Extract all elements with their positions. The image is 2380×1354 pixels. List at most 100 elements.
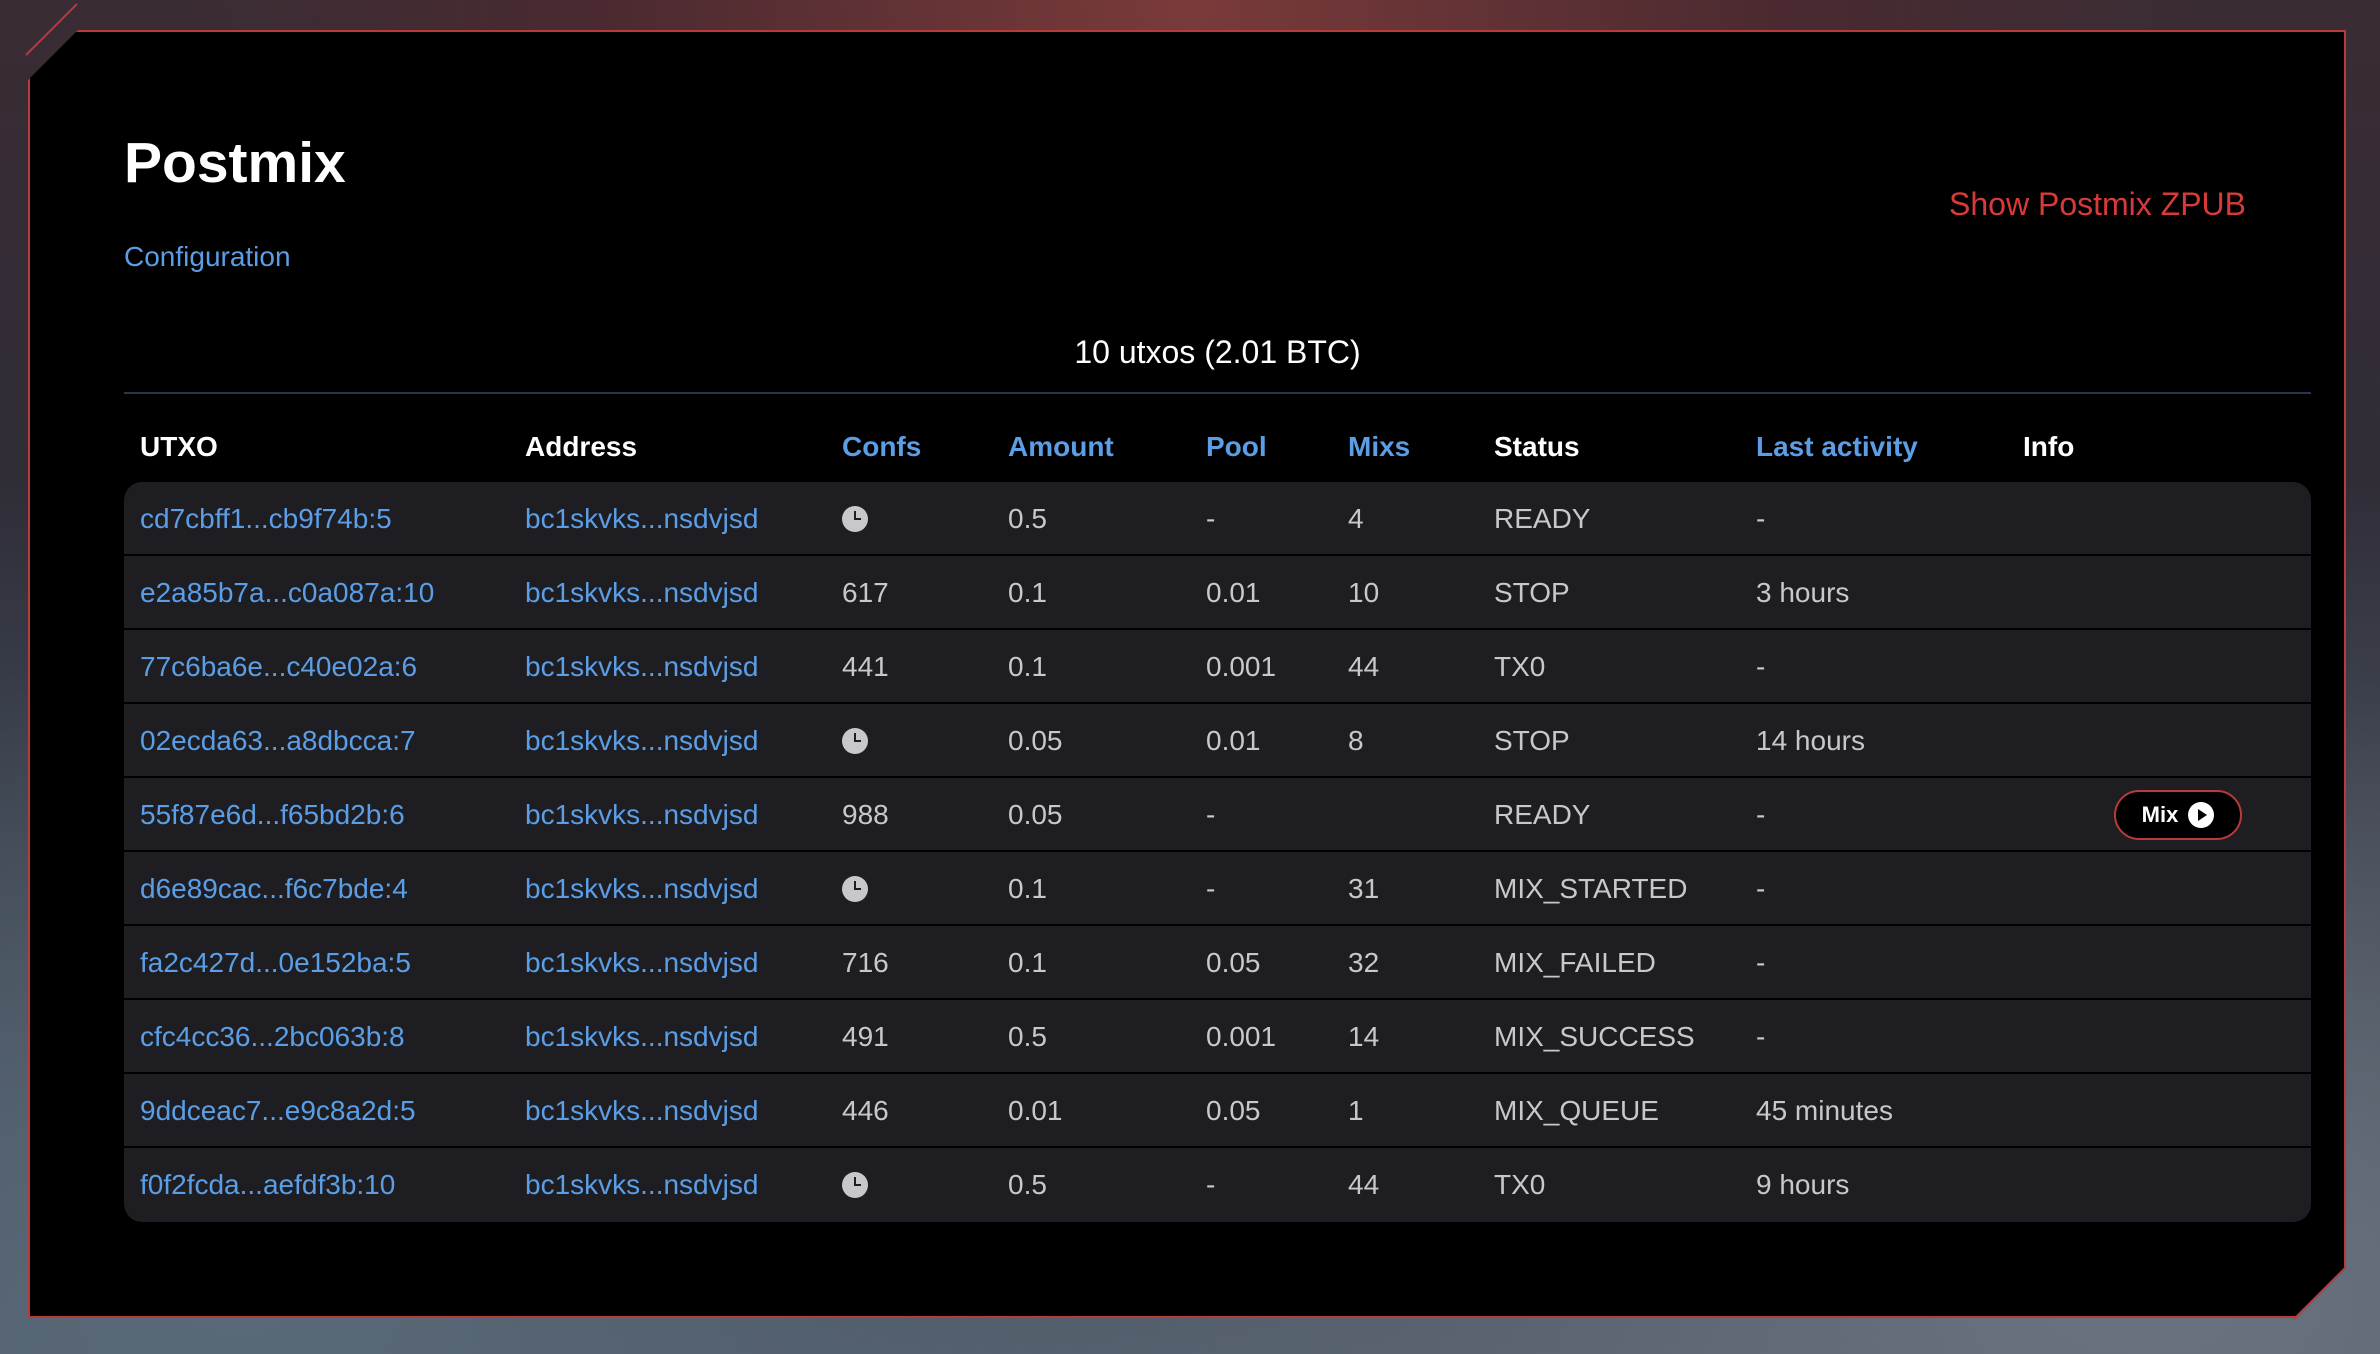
utxo-link[interactable]: cd7cbff1...cb9f74b:5 xyxy=(140,482,392,556)
status-cell: STOP xyxy=(1494,577,1570,608)
amount-cell: 0.05 xyxy=(1008,725,1063,756)
table-row: fa2c427d...0e152ba:5 bc1skvks...nsdvjsd 71… xyxy=(124,926,2311,1000)
table-row: 02ecda63...a8dbcca:7 bc1skvks...nsdvjsd 0.… xyxy=(124,704,2311,778)
pool-cell: 0.05 xyxy=(1206,947,1261,978)
confs-cell xyxy=(842,704,868,778)
last-activity-cell: - xyxy=(1756,947,1766,978)
header-address: Address xyxy=(525,431,638,462)
pool-cell: - xyxy=(1206,873,1216,904)
header-pool[interactable]: Pool xyxy=(1206,412,1267,482)
table-row: e2a85b7a...c0a087a:10 bc1skvks...nsdvjsd 6… xyxy=(124,556,2311,630)
address-link[interactable]: bc1skvks...nsdvjsd xyxy=(525,482,758,556)
utxo-link[interactable]: fa2c427d...0e152ba:5 xyxy=(140,926,411,1000)
status-cell: MIX_FAILED xyxy=(1494,947,1656,978)
amount-cell: 0.05 xyxy=(1008,799,1063,830)
last-activity-cell: 14 hours xyxy=(1756,725,1865,756)
amount-cell: 0.5 xyxy=(1008,1169,1047,1200)
amount-cell: 0.1 xyxy=(1008,873,1047,904)
mixs-cell: 32 xyxy=(1348,947,1380,978)
utxo-link[interactable]: 9ddceac7...e9c8a2d:5 xyxy=(140,1074,416,1148)
header-status: Status xyxy=(1494,431,1580,462)
pool-cell: 0.01 xyxy=(1206,577,1261,608)
utxo-table: UTXO Address Confs Amount Pool Mixs Stat… xyxy=(124,412,2311,1222)
postmix-panel: Postmix Configuration Show Postmix ZPUB … xyxy=(28,30,2346,1318)
last-activity-cell: 45 minutes xyxy=(1756,1095,1893,1126)
status-cell: STOP xyxy=(1494,725,1570,756)
confs-cell: 716 xyxy=(842,947,889,978)
amount-cell: 0.5 xyxy=(1008,1021,1047,1052)
last-activity-cell: 9 hours xyxy=(1756,1169,1850,1200)
mixs-cell: 4 xyxy=(1348,503,1364,534)
mixs-cell: 14 xyxy=(1348,1021,1380,1052)
address-link[interactable]: bc1skvks...nsdvjsd xyxy=(525,778,758,852)
utxo-link[interactable]: e2a85b7a...c0a087a:10 xyxy=(140,556,434,630)
pool-cell: - xyxy=(1206,799,1216,830)
mixs-cell: 10 xyxy=(1348,577,1380,608)
last-activity-cell: - xyxy=(1756,503,1766,534)
configuration-link[interactable]: Configuration xyxy=(124,241,291,273)
table-header: UTXO Address Confs Amount Pool Mixs Stat… xyxy=(124,412,2311,482)
mix-button[interactable]: Mix xyxy=(2114,790,2242,840)
header-confs[interactable]: Confs xyxy=(842,412,921,482)
utxo-link[interactable]: 02ecda63...a8dbcca:7 xyxy=(140,704,416,778)
last-activity-cell: - xyxy=(1756,799,1766,830)
address-link[interactable]: bc1skvks...nsdvjsd xyxy=(525,704,758,778)
utxo-link[interactable]: f0f2fcda...aefdf3b:10 xyxy=(140,1148,395,1222)
mixs-cell: 8 xyxy=(1348,725,1364,756)
last-activity-cell: - xyxy=(1756,651,1766,682)
header-last-activity[interactable]: Last activity xyxy=(1756,412,1918,482)
amount-cell: 0.01 xyxy=(1008,1095,1063,1126)
table-row: f0f2fcda...aefdf3b:10 bc1skvks...nsdvjsd 0… xyxy=(124,1148,2311,1222)
table-row: 9ddceac7...e9c8a2d:5 bc1skvks...nsdvjsd 44… xyxy=(124,1074,2311,1148)
pool-cell: 0.05 xyxy=(1206,1095,1261,1126)
table-row: cd7cbff1...cb9f74b:5 bc1skvks...nsdvjsd 0.… xyxy=(124,482,2311,556)
table-row: 77c6ba6e...c40e02a:6 bc1skvks...nsdvjsd 44… xyxy=(124,630,2311,704)
status-cell: MIX_QUEUE xyxy=(1494,1095,1659,1126)
utxo-link[interactable]: d6e89cac...f6c7bde:4 xyxy=(140,852,408,926)
address-link[interactable]: bc1skvks...nsdvjsd xyxy=(525,556,758,630)
clock-icon xyxy=(842,876,868,902)
table-row: cfc4cc36...2bc063b:8 bc1skvks...nsdvjsd 49… xyxy=(124,1000,2311,1074)
header-utxo: UTXO xyxy=(140,431,218,462)
status-cell: READY xyxy=(1494,799,1591,830)
amount-cell: 0.5 xyxy=(1008,503,1047,534)
address-link[interactable]: bc1skvks...nsdvjsd xyxy=(525,1000,758,1074)
last-activity-cell: - xyxy=(1756,1021,1766,1052)
amount-cell: 0.1 xyxy=(1008,577,1047,608)
utxo-link[interactable]: cfc4cc36...2bc063b:8 xyxy=(140,1000,405,1074)
confs-cell xyxy=(842,852,868,926)
address-link[interactable]: bc1skvks...nsdvjsd xyxy=(525,926,758,1000)
clock-icon xyxy=(842,1172,868,1198)
mixs-cell: 31 xyxy=(1348,873,1380,904)
amount-cell: 0.1 xyxy=(1008,651,1047,682)
confs-cell: 441 xyxy=(842,651,889,682)
address-link[interactable]: bc1skvks...nsdvjsd xyxy=(525,852,758,926)
header-amount[interactable]: Amount xyxy=(1008,412,1114,482)
address-link[interactable]: bc1skvks...nsdvjsd xyxy=(525,630,758,704)
utxo-link[interactable]: 77c6ba6e...c40e02a:6 xyxy=(140,630,417,704)
mix-button-label: Mix xyxy=(2141,802,2179,827)
pool-cell: 0.01 xyxy=(1206,725,1261,756)
pool-cell: 0.001 xyxy=(1206,651,1277,682)
confs-cell xyxy=(842,482,868,556)
pool-cell: - xyxy=(1206,1169,1216,1200)
utxo-link[interactable]: 55f87e6d...f65bd2b:6 xyxy=(140,778,405,852)
header-info: Info xyxy=(2023,431,2075,462)
status-cell: READY xyxy=(1494,503,1591,534)
header-mixs[interactable]: Mixs xyxy=(1348,412,1410,482)
status-cell: TX0 xyxy=(1494,651,1546,682)
confs-cell: 617 xyxy=(842,577,889,608)
address-link[interactable]: bc1skvks...nsdvjsd xyxy=(525,1074,758,1148)
divider xyxy=(124,392,2311,394)
last-activity-cell: 3 hours xyxy=(1756,577,1850,608)
pool-cell: - xyxy=(1206,503,1216,534)
confs-cell: 491 xyxy=(842,1021,889,1052)
status-cell: MIX_STARTED xyxy=(1494,873,1688,904)
last-activity-cell: - xyxy=(1756,873,1766,904)
address-link[interactable]: bc1skvks...nsdvjsd xyxy=(525,1148,758,1222)
status-cell: TX0 xyxy=(1494,1169,1546,1200)
show-zpub-link[interactable]: Show Postmix ZPUB xyxy=(1949,186,2246,223)
clock-icon xyxy=(842,728,868,754)
status-cell: MIX_SUCCESS xyxy=(1494,1021,1695,1052)
mixs-cell: 44 xyxy=(1348,651,1380,682)
